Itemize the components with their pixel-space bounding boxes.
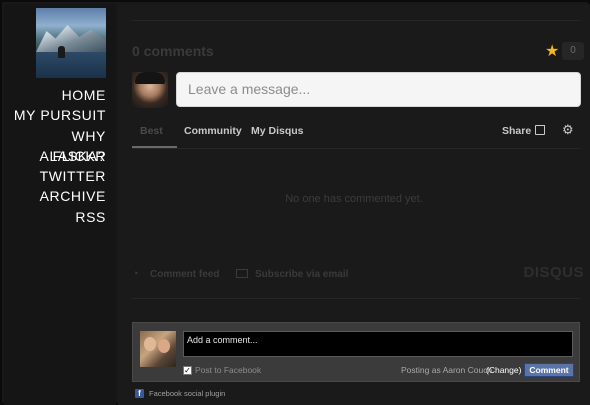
nav-flickr[interactable]: FLICKR [4,146,106,166]
post-to-facebook-label: Post to Facebook [195,365,262,375]
gear-icon[interactable]: ⚙ [562,122,574,138]
profile-photo [36,8,106,78]
comments-section: 0 comments ★ 0 Leave a message... Best C… [118,4,590,405]
page-frame: HOME MY PURSUIT WHY ALASKA? FLICKR TWITT… [0,0,590,405]
tab-my-disqus[interactable]: My Disqus [251,125,304,137]
tab-community[interactable]: Community [184,125,242,137]
subscribe-email-link[interactable]: Subscribe via email [255,269,348,280]
facebook-comment-box: Add a comment... ✓ Post to Facebook Post… [132,322,580,382]
nav-home[interactable]: HOME [4,85,106,105]
facebook-plugin-link[interactable]: Facebook social plugin [149,389,225,398]
favorite-count: 0 [562,42,584,60]
posting-as-text: Posting as Aaron Couch [401,365,493,375]
facebook-footer: f Facebook social plugin [132,387,432,401]
comment-feed-link[interactable]: Comment feed [150,269,219,280]
share-icon[interactable] [535,125,545,135]
user-avatar [132,72,168,108]
mail-icon [236,269,248,278]
nav-why-alaska[interactable]: WHY ALASKA? [4,126,106,164]
top-divider [132,20,580,21]
rss-icon: ◔ [132,268,139,280]
feeds-divider [132,298,580,299]
nav-my-pursuit[interactable]: MY PURSUIT [4,105,106,125]
nav-twitter[interactable]: TWITTER [4,166,106,186]
nav-rss[interactable]: RSS [4,207,106,227]
avatar-hat [135,72,165,84]
message-input[interactable]: Leave a message... [176,72,581,107]
star-icon[interactable]: ★ [545,41,559,61]
sidebar: HOME MY PURSUIT WHY ALASKA? FLICKR TWITT… [4,4,116,405]
photo-mountains [36,25,106,52]
disqus-logo[interactable]: DISQUS [523,264,584,281]
post-to-facebook-checkbox[interactable]: ✓ [183,366,192,375]
avatar-face-left [144,337,156,351]
avatar-face-right [158,339,170,353]
photo-water [36,52,106,78]
comment-tabs: Best Community My Disqus Share ⚙ [132,122,584,149]
facebook-comment-input[interactable]: Add a comment... [183,331,573,357]
photo-person [58,46,65,58]
tab-best[interactable]: Best [140,125,163,137]
tabs-divider [132,148,580,149]
sidebar-nav: HOME MY PURSUIT WHY ALASKA? FLICKR TWITT… [4,85,106,227]
facebook-icon: f [135,389,144,398]
comment-button[interactable]: Comment [524,363,574,377]
comments-count: 0 comments [132,43,214,59]
facebook-avatar [140,331,176,367]
feed-links: ◔ Comment feed Subscribe via email DISQU… [132,264,584,283]
empty-state-text: No one has commented yet. [285,193,423,205]
share-button[interactable]: Share [502,125,531,137]
change-account-link[interactable]: (Change) [486,365,521,375]
nav-archive[interactable]: ARCHIVE [4,186,106,206]
